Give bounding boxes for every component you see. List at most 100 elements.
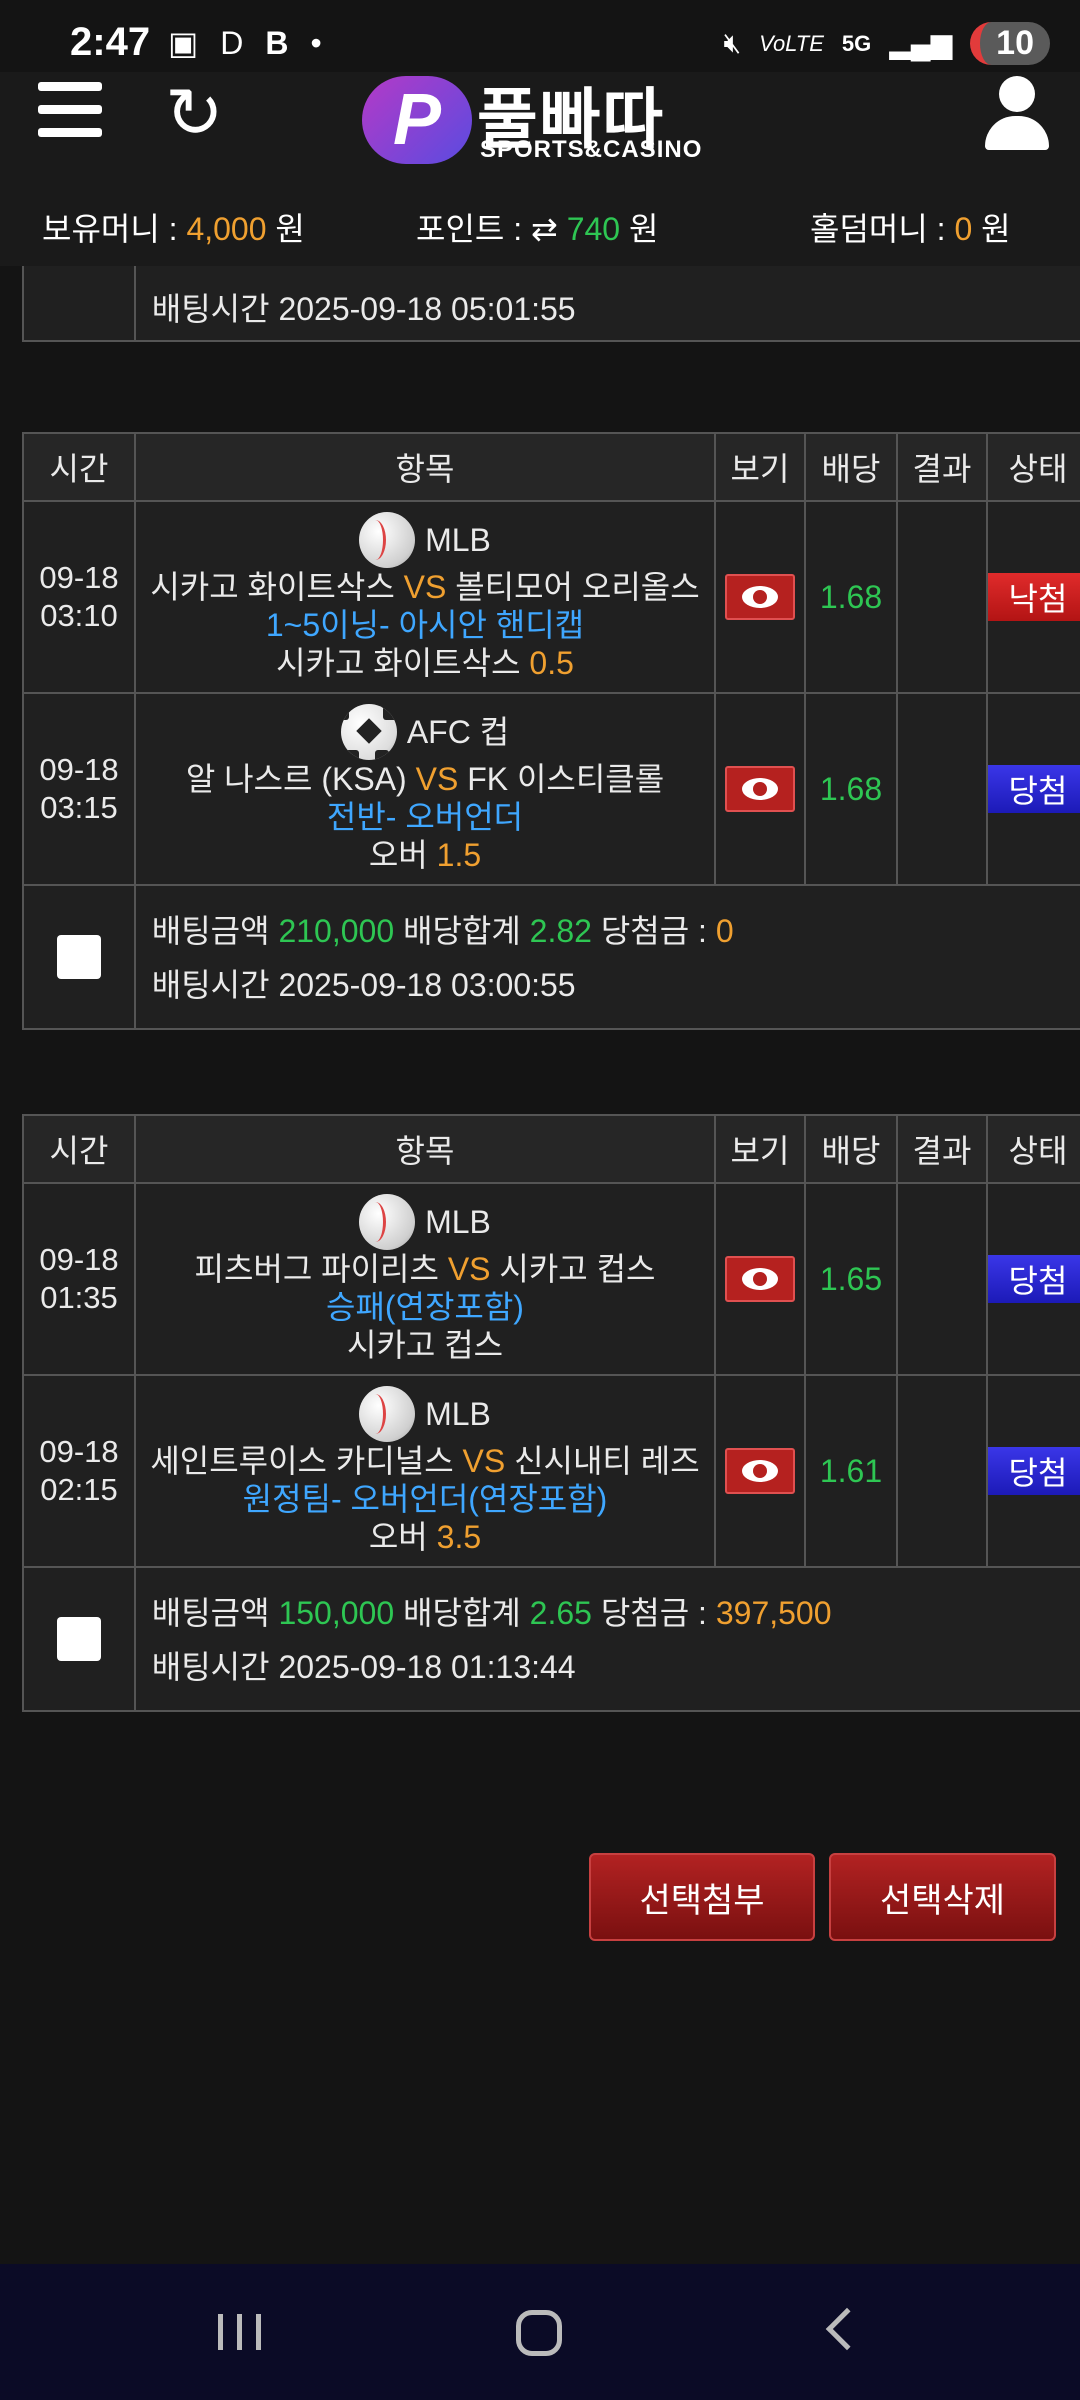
game-row: 09-18 01:35 MLB 피츠버그 파이리츠 VS 시카고 컵스 승패(연장…: [22, 1184, 1080, 1376]
status-cell: 당첨: [988, 1376, 1080, 1566]
bet-select-checkbox[interactable]: [56, 1617, 101, 1661]
bet-select-cell: [24, 266, 136, 340]
view-button[interactable]: [725, 574, 795, 620]
col-status: 상태: [1008, 451, 1068, 487]
col-time: 시간: [24, 434, 136, 500]
bet-time-label: 배팅시간: [151, 967, 270, 1003]
status-badge: 당첨: [988, 765, 1080, 813]
col-view: 보기: [716, 434, 806, 500]
vs-label: VS: [403, 569, 447, 605]
attach-selected-button[interactable]: 선택첨부: [589, 1853, 815, 1941]
bet-slip: 시간 항목 보기 배당 결과 상태 09-18 01:35 MLB 피츠버그 파이…: [22, 1114, 1080, 1712]
col-status: 상태: [1008, 1133, 1068, 1169]
view-cell: [716, 1376, 806, 1566]
bet-slip: 시간 항목 보기 배당 결과 상태 09-18 03:10 MLB 시카고 화이트…: [22, 432, 1080, 1030]
eye-icon: [742, 586, 778, 608]
table-header-row: 시간 항목 보기 배당 결과 상태: [22, 1116, 1080, 1184]
5g-icon: 5G: [841, 30, 872, 56]
delete-selected-button[interactable]: 선택삭제: [829, 1853, 1056, 1941]
result-value: [898, 502, 988, 692]
battery-indicator: 10: [970, 22, 1050, 65]
status-badge: 당첨: [988, 1255, 1080, 1303]
home-team: 시카고 화이트삭스: [150, 569, 395, 605]
volte-icon: VoLTE: [759, 30, 824, 56]
point-balance[interactable]: 포인트 : ⇄ 740 원: [416, 204, 658, 250]
bet-amount-line: 배팅금액 210,000 배당합계 2.82 당첨금 : 0: [152, 904, 1080, 958]
bet-summary: 배팅금액 150,000 배당합계 2.65 당첨금 : 397,500 배팅시…: [136, 1568, 1080, 1710]
point-unit: 원: [628, 211, 659, 247]
odds-value: 1.65: [806, 1184, 898, 1374]
eye-icon: [742, 1268, 778, 1290]
bet-time-line: 배팅시간 2025-09-18 01:13:44: [152, 1640, 1080, 1694]
col-odds: 배당: [806, 434, 898, 500]
logo-mark: P: [362, 76, 472, 164]
home-team: 피츠버그 파이리츠: [194, 1251, 439, 1287]
balance-bar: 보유머니 : 4,000 원 포인트 : ⇄ 740 원 홀덤머니 : 0 원: [0, 176, 1080, 266]
bet-summary-row: 배팅금액 210,000 배당합계 2.82 당첨금 : 0 배팅시간 2025…: [22, 886, 1080, 1030]
signal-icon: ▂▄▆: [889, 28, 953, 59]
bet-time-label: 배팅시간: [151, 291, 270, 327]
bet-time-value: 2025-09-18 01:13:44: [278, 1649, 576, 1685]
pick-handicap: 3.5: [436, 1519, 482, 1555]
game-detail: MLB 세인트루이스 카디널스 VS 신시내티 레즈 원정팀- 오버언더(연장포…: [136, 1376, 716, 1566]
b-icon: B: [265, 24, 289, 61]
status-cell: 당첨: [988, 694, 1080, 884]
back-icon[interactable]: [825, 2307, 869, 2351]
game-date: 09-18: [39, 1434, 119, 1469]
vs-label: VS: [462, 1443, 506, 1479]
game-time: 09-18 03:15: [24, 694, 136, 884]
bet-time-label: 배팅시간: [151, 1649, 270, 1685]
odds-value: 1.68: [806, 502, 898, 692]
point-value: 740: [566, 211, 621, 247]
view-cell: [716, 694, 806, 884]
d-icon: D: [220, 24, 244, 61]
odds-value: 1.68: [806, 694, 898, 884]
game-time: 09-18 02:15: [24, 1376, 136, 1566]
recent-apps-icon[interactable]: [218, 2314, 261, 2350]
bet-select-cell: [24, 1568, 136, 1710]
league-line: MLB: [195, 1194, 656, 1250]
league-line: MLB: [150, 512, 699, 568]
screenshot-icon: ▣: [168, 25, 199, 61]
game-time: 09-18 03:10: [24, 502, 136, 692]
home-team: 세인트루이스 카디널스: [150, 1443, 454, 1479]
view-button[interactable]: [725, 766, 795, 812]
view-cell: [716, 502, 806, 692]
holdem-value: 0: [954, 211, 973, 247]
game-detail: MLB 피츠버그 파이리츠 VS 시카고 컵스 승패(연장포함) 시카고 컵스: [136, 1184, 716, 1374]
menu-icon[interactable]: [38, 82, 102, 140]
status-badge: 당첨: [988, 1447, 1080, 1495]
status-cell: 낙첨: [988, 502, 1080, 692]
amount-label: 배팅금액: [151, 913, 270, 949]
view-button[interactable]: [725, 1448, 795, 1494]
baseball-icon: [359, 1386, 416, 1442]
game-date: 09-18: [39, 752, 119, 787]
site-logo[interactable]: P 풀빠따 SPORTS&CASINO: [362, 72, 742, 168]
game-time: 09-18 01:35: [24, 1184, 136, 1374]
game-clock: 01:35: [40, 1280, 118, 1315]
user-icon[interactable]: [982, 76, 1052, 150]
matchup: 세인트루이스 카디널스 VS 신시내티 레즈: [150, 1442, 699, 1480]
col-result: 결과: [898, 434, 988, 500]
game-clock: 02:15: [40, 1472, 118, 1507]
status-badge: 낙첨: [988, 573, 1080, 621]
league-name: MLB: [425, 1204, 491, 1240]
refresh-icon[interactable]: ↻: [165, 78, 224, 148]
view-button[interactable]: [725, 1256, 795, 1302]
market-type: 승패(연장포함): [326, 1289, 524, 1325]
market-type: 1~5이닝- 아시안 핸디캡: [265, 607, 585, 643]
bet-history-list[interactable]: 배팅시간 2025-09-18 05:01:55 시간 항목 보기 배당 결과 …: [0, 266, 1080, 2266]
view-cell: [716, 1184, 806, 1374]
pick-handicap: 0.5: [529, 645, 574, 681]
odds-total-value: 2.65: [529, 1595, 592, 1631]
col-result: 결과: [898, 1116, 988, 1182]
bet-select-checkbox[interactable]: [56, 935, 101, 979]
exchange-icon[interactable]: ⇄: [531, 211, 558, 247]
game-row: 09-18 03:10 MLB 시카고 화이트삭스 VS 볼티모어 오리올스 1~…: [22, 502, 1080, 694]
pick-name: 오버: [368, 837, 428, 873]
league-name: MLB: [425, 1396, 491, 1432]
col-odds: 배당: [806, 1116, 898, 1182]
eye-icon: [742, 1460, 778, 1482]
game-clock: 03:15: [40, 790, 118, 825]
home-icon[interactable]: [516, 2310, 562, 2356]
